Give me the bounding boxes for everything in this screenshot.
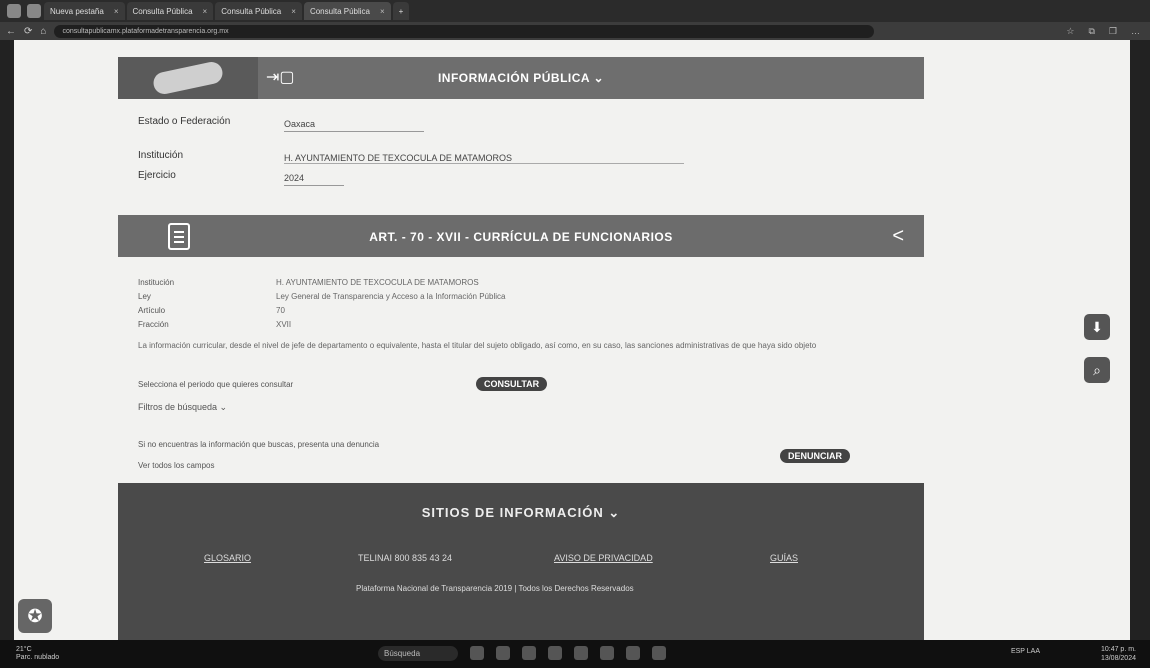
clock[interactable]: 10:47 p. m. 13/08/2024: [1101, 645, 1136, 663]
window-menu-icon[interactable]: [7, 4, 21, 18]
estado-label: Estado o Federación: [138, 116, 231, 127]
footer-title[interactable]: SITIOS DE INFORMACIÓN ⌄: [118, 505, 924, 521]
institucion-select[interactable]: H. AYUNTAMIENTO DE TEXCOCULA DE MATAMORO…: [284, 153, 684, 164]
screen: Nueva pestaña × Consulta Pública × Consult…: [0, 0, 1150, 668]
new-tab-icon[interactable]: +: [392, 2, 410, 20]
section-band: ART. - 70 - XVII - CURRÍCULA DE FUNCIONA…: [118, 215, 924, 257]
accessibility-icon[interactable]: ✪: [18, 599, 52, 633]
search-filters-toggle[interactable]: Filtros de búsqueda ⌄: [138, 402, 227, 413]
copyright: Plataforma Nacional de Transparencia 201…: [356, 584, 634, 593]
download-icon[interactable]: ⬇: [1084, 314, 1110, 340]
taskbar-apps: [470, 646, 666, 660]
tab-label: Nueva pestaña: [50, 6, 104, 16]
address-bar-row: ← ⟳ ⌂ consultapublicamx.plataformadetran…: [0, 22, 1150, 40]
estado-select[interactable]: Oaxaca: [284, 119, 424, 132]
detail-value: Ley General de Transparencia y Acceso a …: [276, 292, 506, 301]
taskbar: 21°C Parc. nublado Búsqueda ESP LAA 10:4…: [0, 640, 1150, 668]
browser-tab[interactable]: Nueva pestaña ×: [44, 2, 125, 20]
app-icon[interactable]: [470, 646, 484, 660]
browser-toolbar: ☆ ⧉ ❐ …: [1066, 26, 1140, 37]
extensions-icon[interactable]: ⧉: [1088, 26, 1094, 37]
consult-prompt: Selecciona el periodo que quieres consul…: [138, 380, 294, 389]
tab-label: Consulta Pública: [221, 6, 282, 16]
close-icon[interactable]: ×: [380, 7, 385, 16]
language-indicator[interactable]: ESP LAA: [1011, 648, 1040, 655]
favorite-icon[interactable]: ☆: [1066, 26, 1074, 37]
consult-button[interactable]: CONSULTAR: [476, 377, 548, 391]
institucion-label: Institución: [138, 150, 184, 161]
section-title: ART. - 70 - XVII - CURRÍCULA DE FUNCIONA…: [369, 230, 673, 244]
home-icon[interactable]: ⌂: [40, 26, 46, 37]
tab-label: Consulta Pública: [309, 6, 370, 16]
url-input[interactable]: consultapublicamx.plataformadetransparen…: [54, 24, 875, 38]
privacy-link[interactable]: AVISO DE PRIVACIDAD: [554, 553, 653, 563]
close-icon[interactable]: ×: [203, 7, 208, 16]
report-button[interactable]: DENUNCIAR: [780, 449, 850, 463]
close-icon[interactable]: ×: [291, 7, 296, 16]
search-icon[interactable]: ⌕: [1084, 357, 1110, 383]
detail-value: XVII: [276, 320, 292, 329]
reload-icon[interactable]: ⟳: [24, 26, 32, 37]
app-icon[interactable]: [496, 646, 510, 660]
ejercicio-label: Ejercicio: [138, 170, 176, 181]
weather-widget[interactable]: 21°C Parc. nublado: [16, 646, 59, 662]
header-band: ⇥▢ INFORMACIÓN PÚBLICA ⌄: [118, 57, 924, 99]
footer: SITIOS DE INFORMACIÓN ⌄ GLOSARIO TELINAI…: [118, 483, 924, 640]
browser-tab-bar: Nueva pestaña × Consulta Pública × Consult…: [0, 0, 1150, 22]
detail-value: 70: [276, 306, 285, 315]
collections-icon[interactable]: ❐: [1109, 26, 1117, 37]
app-icon[interactable]: [574, 646, 588, 660]
clock-time: 10:47 p. m.: [1100, 646, 1136, 653]
phone-link[interactable]: TELINAI 800 835 43 24: [358, 553, 452, 563]
browser-tab[interactable]: Consulta Pública ×: [215, 2, 302, 20]
tab-actions-icon[interactable]: [27, 4, 41, 18]
app-icon[interactable]: [652, 646, 666, 660]
weather-desc: Parc. nublado: [16, 654, 60, 661]
browser-tab-active[interactable]: Consulta Pública ×: [303, 2, 391, 20]
guides-link[interactable]: GUÍAS: [770, 553, 798, 563]
tab-label: Consulta Pública: [132, 6, 193, 16]
page-content: ⇥▢ INFORMACIÓN PÚBLICA ⌄ Estado o Federa…: [14, 40, 1130, 640]
app-icon[interactable]: [522, 646, 536, 660]
page-title[interactable]: INFORMACIÓN PÚBLICA ⌄: [118, 71, 924, 85]
weather-temp: 21°C: [16, 646, 32, 653]
ejercicio-select[interactable]: 2024: [284, 173, 344, 186]
all-fields-link[interactable]: Ver todos los campos: [138, 461, 214, 470]
detail-label: Fracción: [138, 320, 169, 329]
article-description: La información curricular, desde el nive…: [138, 341, 817, 350]
detail-label: Ley: [138, 292, 151, 301]
detail-label: Institución: [138, 278, 175, 287]
app-icon[interactable]: [626, 646, 640, 660]
close-icon[interactable]: ×: [114, 7, 119, 16]
app-icon[interactable]: [600, 646, 614, 660]
detail-value: H. AYUNTAMIENTO DE TEXCOCULA DE MATAMORO…: [276, 278, 479, 287]
glossary-link[interactable]: GLOSARIO: [204, 553, 251, 563]
back-icon[interactable]: ←: [6, 26, 16, 37]
share-icon[interactable]: <: [892, 225, 904, 248]
more-icon[interactable]: …: [1131, 26, 1140, 37]
detail-label: Artículo: [138, 306, 166, 315]
report-prompt: Si no encuentras la información que busc…: [138, 440, 380, 449]
clock-date: 13/08/2024: [1100, 655, 1136, 662]
app-icon[interactable]: [548, 646, 562, 660]
taskbar-search[interactable]: Búsqueda: [378, 646, 458, 661]
browser-tab[interactable]: Consulta Pública ×: [126, 2, 214, 20]
